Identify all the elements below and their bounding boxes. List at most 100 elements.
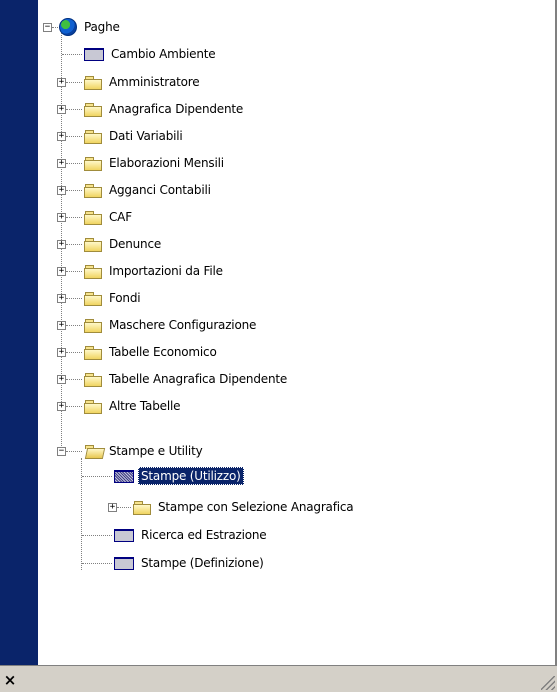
tree-item-ricerca-ed-estrazione[interactable]: Ricerca ed Estrazione [114, 526, 270, 544]
folder-icon [84, 156, 102, 171]
expand-toggle[interactable]: + [57, 267, 66, 276]
tree-connector [62, 54, 82, 55]
tree-connector [66, 451, 82, 452]
tree-item-label: Stampe (Definizione) [141, 556, 264, 570]
tree-item-cambio-ambiente[interactable]: Cambio Ambiente [84, 45, 218, 63]
tree-item-caf[interactable]: CAF [84, 208, 135, 226]
tree-connector [66, 352, 82, 353]
expand-toggle[interactable]: + [57, 348, 66, 357]
folder-icon [84, 264, 102, 279]
expand-toggle[interactable]: + [57, 240, 66, 249]
folder-icon [84, 237, 102, 252]
tree-connector [66, 82, 82, 83]
tree-item-stampe-utilizzo[interactable]: Stampe (Utilizzo) [114, 467, 244, 485]
tree-item-stampe-e-utility[interactable]: Stampe e Utility [84, 442, 205, 460]
tree-item-label: Amministratore [109, 75, 200, 89]
form-icon [114, 528, 134, 542]
tree-item-paghe[interactable]: Paghe [59, 18, 123, 36]
tree-connector [82, 476, 112, 477]
folder-icon [84, 345, 102, 360]
tree-connector [66, 217, 82, 218]
tree-item-label: Ricerca ed Estrazione [141, 528, 267, 542]
tree-item-tabelle-anagrafica-dipendente[interactable]: Tabelle Anagrafica Dipendente [84, 370, 290, 388]
folder-icon [84, 291, 102, 306]
folder-icon [84, 129, 102, 144]
resize-grip-icon[interactable] [541, 676, 555, 690]
tree-item-maschere-configurazione[interactable]: Maschere Configurazione [84, 316, 259, 334]
tree-item-agganci-contabili[interactable]: Agganci Contabili [84, 181, 214, 199]
folder-icon [84, 183, 102, 198]
tree-item-denunce[interactable]: Denunce [84, 235, 164, 253]
tree-item-label: Elaborazioni Mensili [109, 156, 224, 170]
tree-item-label: Stampe e Utility [109, 444, 203, 458]
tree-connector [66, 325, 82, 326]
tree-branch-connector [81, 458, 82, 570]
tree-connector [117, 507, 131, 508]
form-icon [114, 556, 134, 570]
left-accent-bar [0, 0, 38, 665]
tree-item-label: Paghe [84, 20, 120, 34]
tree-connector [66, 163, 82, 164]
tree-connector [66, 406, 82, 407]
tree-connector [82, 535, 112, 536]
tree-item-label: Cambio Ambiente [111, 47, 216, 61]
tree-connector [66, 244, 82, 245]
tree-item-elaborazioni-mensili[interactable]: Elaborazioni Mensili [84, 154, 227, 172]
tree-item-stampe-con-selezione-anagrafica[interactable]: Stampe con Selezione Anagrafica [133, 498, 356, 516]
tree-connector [66, 190, 82, 191]
folder-icon [84, 372, 102, 387]
root-connector [52, 27, 58, 28]
collapse-toggle[interactable]: − [57, 447, 66, 456]
expand-toggle[interactable]: + [57, 402, 66, 411]
expand-toggle[interactable]: + [57, 294, 66, 303]
tree-item-tabelle-economico[interactable]: Tabelle Economico [84, 343, 220, 361]
form-icon [84, 47, 104, 61]
tree-item-dati-variabili[interactable]: Dati Variabili [84, 127, 186, 145]
tree-connector [66, 271, 82, 272]
tree-item-stampe-definizione[interactable]: Stampe (Definizione) [114, 554, 267, 572]
tree-item-label: Altre Tabelle [109, 399, 181, 413]
tree-item-anagrafica-dipendente[interactable]: Anagrafica Dipendente [84, 100, 246, 118]
tree-item-importazioni-da-file[interactable]: Importazioni da File [84, 262, 226, 280]
expand-toggle[interactable]: + [57, 78, 66, 87]
tree-item-label: Maschere Configurazione [109, 318, 257, 332]
folder-icon [84, 210, 102, 225]
form-icon [114, 469, 134, 483]
expand-toggle[interactable]: + [57, 132, 66, 141]
tree-item-label: Stampe (Utilizzo) [138, 467, 244, 485]
expand-toggle[interactable]: + [108, 503, 117, 512]
tree-connector [66, 379, 82, 380]
tree-connector [82, 563, 112, 564]
folder-icon [84, 399, 102, 414]
tree-connector [66, 298, 82, 299]
tree-item-label: Agganci Contabili [109, 183, 211, 197]
tree-item-label: Importazioni da File [109, 264, 223, 278]
navigation-window: − Paghe Cambio Ambiente + Amministratore… [0, 0, 557, 692]
tree-connector [66, 109, 82, 110]
tree-item-label: Tabelle Economico [109, 345, 217, 359]
tree-item-label: Denunce [109, 237, 162, 251]
tree-connector [66, 136, 82, 137]
root-collapse-toggle[interactable]: − [43, 23, 52, 32]
expand-toggle[interactable]: + [57, 105, 66, 114]
tree-item-altre-tabelle[interactable]: Altre Tabelle [84, 397, 183, 415]
status-bar: × [0, 665, 557, 692]
navigation-tree[interactable]: − Paghe Cambio Ambiente + Amministratore… [38, 0, 557, 665]
expand-toggle[interactable]: + [57, 375, 66, 384]
tree-root-connector [61, 24, 62, 452]
tree-item-label: Stampe con Selezione Anagrafica [158, 500, 354, 514]
expand-toggle[interactable]: + [57, 186, 66, 195]
tree-item-label: Dati Variabili [109, 129, 183, 143]
expand-toggle[interactable]: + [57, 159, 66, 168]
close-button[interactable]: × [2, 672, 18, 688]
tree-item-amministratore[interactable]: Amministratore [84, 73, 202, 91]
folder-icon [84, 318, 102, 333]
open-folder-icon [84, 444, 106, 459]
tree-item-label: Anagrafica Dipendente [109, 102, 244, 116]
expand-toggle[interactable]: + [57, 213, 66, 222]
tree-item-label: Tabelle Anagrafica Dipendente [109, 372, 288, 386]
tree-item-fondi[interactable]: Fondi [84, 289, 143, 307]
folder-icon [84, 102, 102, 117]
folder-icon [84, 75, 102, 90]
expand-toggle[interactable]: + [57, 321, 66, 330]
